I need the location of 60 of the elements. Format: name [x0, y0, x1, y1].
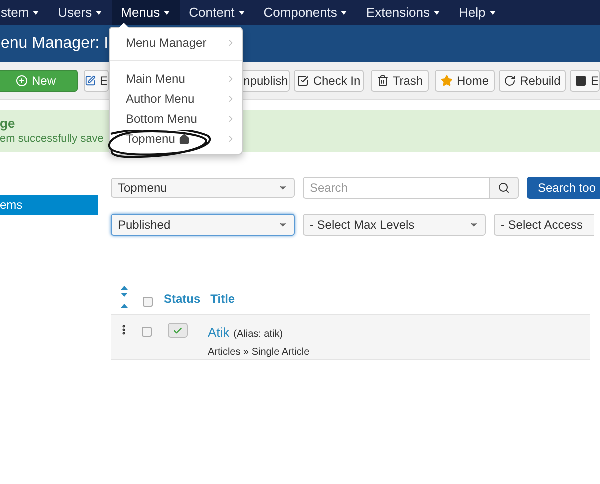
caret-icon	[96, 10, 102, 14]
caret-icon	[434, 10, 440, 14]
nav-menu-item[interactable]: Menus	[112, 0, 180, 25]
menu-select[interactable]: Topmenu	[110, 178, 295, 198]
filter-select[interactable]: - Select Access	[494, 214, 594, 236]
toolbar-button[interactable]: E	[84, 70, 109, 92]
dropdown-item[interactable]: Topmenu	[110, 129, 242, 149]
column-header[interactable]: Status	[164, 290, 201, 308]
edit-icon	[85, 74, 96, 86]
sidebar-item[interactable]: ems	[0, 195, 98, 215]
search-field[interactable]: Search	[302, 177, 490, 199]
dropdown-item-label: Bottom Menu	[126, 111, 198, 128]
sort-icon	[118, 286, 131, 308]
page-title: enu Manager: I	[0, 34, 109, 54]
nav-menu-item[interactable]: Components	[254, 0, 358, 25]
toolbar-button[interactable]: E	[570, 70, 600, 92]
dropdown-item[interactable]: Author Menu	[110, 89, 242, 109]
toolbar-button[interactable]: Rebuild	[499, 70, 566, 92]
search-button[interactable]	[490, 177, 519, 199]
rotate-icon	[504, 74, 516, 86]
dropdown-item-label: Menu Manager	[126, 35, 207, 52]
toolbar-button[interactable]: Home	[435, 70, 495, 92]
home-icon	[179, 134, 190, 144]
search-icon	[498, 182, 510, 194]
nav-menu-item[interactable]: Content	[180, 0, 255, 25]
item-alias: (Alias: atik)	[234, 328, 284, 342]
check-icon	[172, 326, 183, 336]
row-checkbox[interactable]	[142, 327, 152, 337]
caret-icon	[164, 10, 170, 14]
dropdown-item-label: Author Menu	[126, 91, 195, 108]
plus-circle-icon	[16, 74, 28, 86]
message-text: em successfully save	[0, 132, 104, 146]
trash-icon	[376, 74, 389, 86]
dropdown-item-label: Topmenu	[126, 130, 190, 148]
caret-icon	[33, 10, 40, 14]
nav-menu-item[interactable]: Extensions	[357, 0, 450, 25]
column-header[interactable]: Title	[210, 290, 236, 308]
item-type: Articles » Single Article	[208, 346, 310, 360]
nav-menu-item[interactable]: Users	[49, 0, 112, 25]
nav-menu-item[interactable]: Help	[450, 0, 506, 25]
star-icon	[440, 74, 453, 86]
checkbox-icon	[297, 74, 310, 86]
toolbar-button[interactable]: Check In	[294, 70, 364, 92]
toolbar-button[interactable]: Trash	[371, 70, 429, 92]
caret-icon	[490, 10, 496, 14]
filter-select[interactable]: - Select Max Levels	[302, 214, 486, 236]
select-all-checkbox[interactable]	[142, 297, 153, 307]
dropdown-item[interactable]: Menu Manager	[110, 33, 242, 53]
dropdown-item[interactable]: Bottom Menu	[110, 109, 242, 129]
caret-icon	[341, 10, 348, 14]
filter-select[interactable]: Published	[110, 214, 295, 236]
square-icon	[575, 74, 587, 86]
status-toggle[interactable]	[168, 323, 188, 338]
nav-menu-item[interactable]: stem	[0, 0, 50, 25]
toolbar-button[interactable]: npublish	[243, 70, 290, 92]
caret-icon	[238, 10, 245, 14]
dropdown-item-label: Main Menu	[126, 71, 186, 88]
dropdown-item[interactable]: Main Menu	[110, 69, 242, 89]
search-tools-button[interactable]: Search too	[526, 177, 600, 199]
message-heading: ge	[0, 116, 16, 132]
